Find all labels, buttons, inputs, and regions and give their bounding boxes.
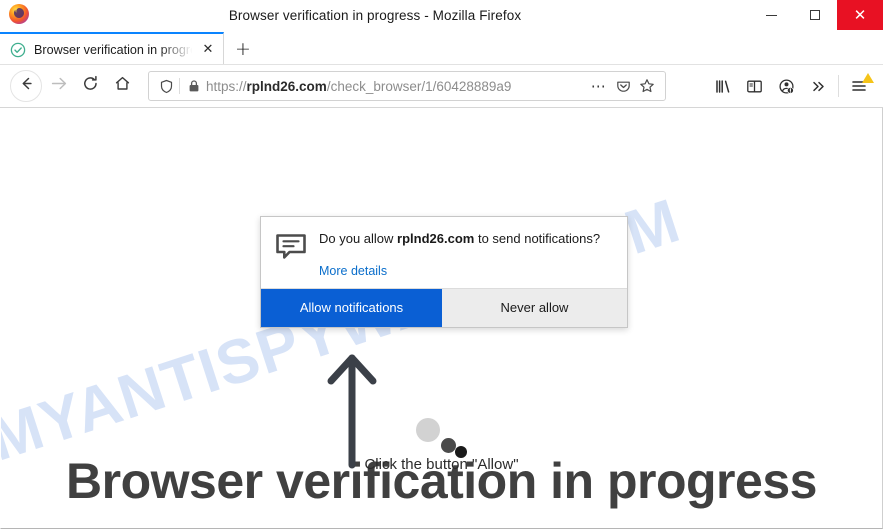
question-suffix: to send notifications?	[474, 231, 601, 246]
menu-warning-badge	[862, 73, 874, 83]
hamburger-menu-icon[interactable]	[843, 70, 875, 102]
tab-browser-verification[interactable]: Browser verification in progress ✕	[0, 32, 224, 65]
navigation-toolbar: https://rplnd26.com/check_browser/1/6042…	[0, 65, 883, 108]
dialog-body: Do you allow rplnd26.com to send notific…	[261, 217, 627, 288]
check-circle-icon	[10, 42, 26, 58]
arrow-right-icon	[50, 75, 67, 97]
url-bar[interactable]: https://rplnd26.com/check_browser/1/6042…	[148, 71, 666, 101]
url-path: /check_browser/1/60428889a9	[326, 78, 512, 94]
reload-button[interactable]	[74, 70, 106, 102]
reload-icon	[82, 75, 99, 97]
notification-permission-dialog: Do you allow rplnd26.com to send notific…	[260, 216, 628, 328]
overflow-chevrons-icon[interactable]	[802, 70, 834, 102]
home-button[interactable]	[106, 70, 138, 102]
title-bar: Browser verification in progress - Mozil…	[0, 0, 883, 31]
toolbar-right-icons	[706, 70, 875, 102]
notification-bubble-icon	[275, 231, 315, 278]
loading-dot-medium	[441, 438, 456, 453]
tab-close-icon[interactable]: ✕	[199, 41, 217, 59]
minimize-icon	[765, 14, 777, 16]
url-scheme: https://	[206, 78, 247, 94]
dialog-text: Do you allow rplnd26.com to send notific…	[315, 231, 613, 278]
forward-button[interactable]	[42, 70, 74, 102]
tab-label: Browser verification in progress	[34, 42, 199, 57]
firefox-browser-window: Browser verification in progress - Mozil…	[0, 0, 883, 529]
maximize-button[interactable]	[793, 0, 837, 30]
question-domain: rplnd26.com	[397, 231, 475, 246]
library-icon[interactable]	[706, 70, 738, 102]
firefox-logo-icon	[8, 3, 30, 25]
padlock-icon[interactable]	[184, 79, 204, 93]
url-host: rplnd26.com	[246, 78, 327, 94]
account-warning-icon[interactable]	[770, 70, 802, 102]
url-text[interactable]: https://rplnd26.com/check_browser/1/6042…	[204, 79, 587, 94]
loading-dot-large	[416, 418, 440, 442]
maximize-icon	[810, 10, 820, 20]
more-details-link[interactable]: More details	[319, 264, 613, 278]
sidebar-icon[interactable]	[738, 70, 770, 102]
click-allow-hint: Click the button "Allow"	[364, 456, 519, 473]
close-icon: ✕	[853, 5, 867, 24]
window-controls: ✕	[749, 0, 883, 30]
minimize-button[interactable]	[749, 0, 793, 30]
tab-strip: Browser verification in progress ✕ +	[0, 31, 883, 65]
dialog-buttons: Allow notifications Never allow	[261, 287, 627, 327]
star-icon[interactable]	[635, 78, 659, 94]
allow-notifications-button[interactable]: Allow notifications	[261, 288, 442, 327]
arrow-left-icon	[18, 75, 35, 97]
pocket-icon[interactable]	[611, 79, 635, 94]
shield-icon[interactable]	[155, 79, 177, 94]
never-allow-button[interactable]: Never allow	[442, 288, 627, 327]
toolbar-separator	[838, 75, 839, 97]
page-content: MYANTISPYWARE.COM Do you allow rplnd26.c…	[0, 108, 883, 529]
ellipsis-icon[interactable]: ⋯	[587, 77, 611, 95]
back-button[interactable]	[10, 70, 42, 102]
home-icon	[114, 75, 131, 97]
new-tab-button[interactable]: +	[224, 32, 262, 65]
arrow-up-icon	[326, 351, 378, 469]
permission-question: Do you allow rplnd26.com to send notific…	[319, 231, 613, 248]
url-separator	[179, 78, 180, 94]
question-prefix: Do you allow	[319, 231, 398, 246]
close-window-button[interactable]: ✕	[837, 0, 883, 30]
